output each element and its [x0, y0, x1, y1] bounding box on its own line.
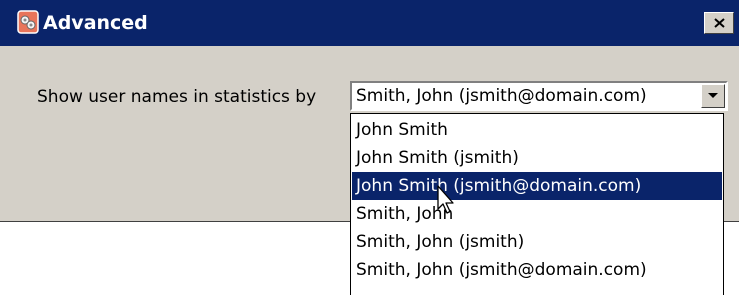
dropdown-list[interactable]: John Smith John Smith (jsmith) John Smit… — [350, 113, 724, 295]
option-smith-john-email[interactable]: Smith, John (jsmith@domain.com) — [352, 256, 722, 284]
close-icon — [714, 18, 725, 28]
option-john-smith[interactable]: John Smith — [352, 116, 722, 144]
window-title: Advanced — [43, 12, 148, 34]
option-smith-john[interactable]: Smith, John — [352, 200, 722, 228]
chevron-down-icon — [708, 93, 718, 98]
option-smith-john-username[interactable]: Smith, John (jsmith) — [352, 228, 722, 256]
option-john-smith-email[interactable]: John Smith (jsmith@domain.com) — [352, 172, 722, 200]
title-bar[interactable]: Advanced — [0, 0, 739, 46]
close-button[interactable] — [704, 12, 734, 34]
app-icon — [17, 10, 39, 34]
dropdown-button[interactable] — [701, 84, 725, 108]
user-names-label: Show user names in statistics by — [37, 87, 317, 107]
option-john-smith-username[interactable]: John Smith (jsmith) — [352, 144, 722, 172]
combobox-selected-value: Smith, John (jsmith@domain.com) — [356, 86, 647, 106]
mouse-pointer-icon — [437, 185, 454, 214]
user-names-combobox[interactable]: Smith, John (jsmith@domain.com) — [350, 81, 728, 111]
